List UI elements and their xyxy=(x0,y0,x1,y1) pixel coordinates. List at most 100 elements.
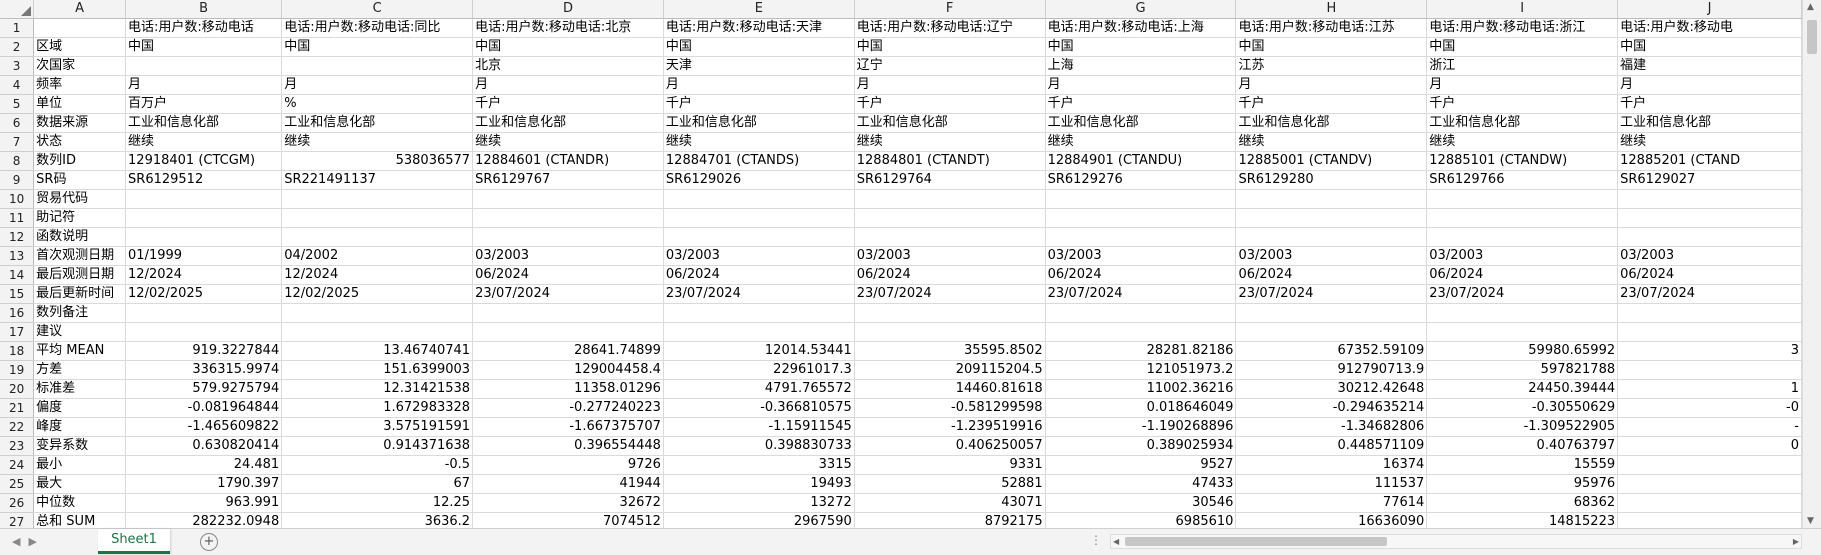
cell[interactable] xyxy=(1617,493,1802,513)
cell[interactable]: 千户 xyxy=(1045,94,1237,114)
row-header[interactable]: 8 xyxy=(0,151,35,171)
column-header-d[interactable]: D xyxy=(472,0,664,19)
cell[interactable]: 23/07/2024 xyxy=(854,284,1046,304)
cell[interactable]: 35595.8502 xyxy=(854,341,1046,361)
cell[interactable]: 工业和信息化部 xyxy=(854,113,1046,133)
cell[interactable]: 工业和信息化部 xyxy=(663,113,855,133)
cell[interactable]: -1.667375707 xyxy=(472,417,664,437)
cell[interactable]: 电话:用户数:移动电话:北京 xyxy=(472,18,664,38)
cell[interactable]: 继续 xyxy=(1426,132,1619,152)
row-header[interactable]: 24 xyxy=(0,455,35,475)
cell[interactable]: 千户 xyxy=(1426,94,1619,114)
cell[interactable] xyxy=(854,208,1046,228)
cell[interactable]: -1.190268896 xyxy=(1045,417,1237,437)
cell[interactable]: 03/2003 xyxy=(663,246,855,266)
cell[interactable]: 12/2024 xyxy=(125,265,283,285)
cell[interactable]: SR码 xyxy=(33,170,127,190)
cell[interactable]: 继续 xyxy=(854,132,1046,152)
scroll-right-icon[interactable]: ▶ xyxy=(1793,535,1799,548)
row-header[interactable]: 16 xyxy=(0,303,35,323)
cell[interactable] xyxy=(1045,227,1237,247)
cell[interactable]: 12/02/2025 xyxy=(125,284,283,304)
cell[interactable] xyxy=(1426,189,1619,209)
cell[interactable]: 千户 xyxy=(1235,94,1428,114)
cell[interactable]: 4791.765572 xyxy=(663,379,855,399)
cell[interactable]: 中国 xyxy=(472,37,664,57)
cell[interactable]: 24.481 xyxy=(125,455,283,475)
cell[interactable]: 贸易代码 xyxy=(33,189,127,209)
cell[interactable]: 月 xyxy=(1235,75,1428,95)
cell[interactable]: 0.389025934 xyxy=(1045,436,1237,456)
cell[interactable]: 06/2024 xyxy=(854,265,1046,285)
cell[interactable]: 继续 xyxy=(125,132,283,152)
scroll-left-icon[interactable]: ◀ xyxy=(1113,535,1119,548)
cell[interactable]: 03/2003 xyxy=(1235,246,1428,266)
cell[interactable]: 06/2024 xyxy=(663,265,855,285)
cell[interactable]: 3.575191591 xyxy=(281,417,474,437)
cell[interactable]: 0 xyxy=(1617,436,1802,456)
cell[interactable]: 工业和信息化部 xyxy=(1426,113,1619,133)
cell[interactable]: 中国 xyxy=(854,37,1046,57)
cell[interactable]: 电话:用户数:移动电话:同比 xyxy=(281,18,474,38)
row-header[interactable]: 6 xyxy=(0,113,35,133)
cell[interactable]: -0.581299598 xyxy=(854,398,1046,418)
cell[interactable] xyxy=(281,227,474,247)
cell[interactable]: 12014.53441 xyxy=(663,341,855,361)
cell[interactable]: 67 xyxy=(281,474,474,494)
cell[interactable]: 千户 xyxy=(1617,94,1802,114)
cell[interactable] xyxy=(663,208,855,228)
cell[interactable]: 千户 xyxy=(854,94,1046,114)
cell[interactable]: 百万户 xyxy=(125,94,283,114)
row-header[interactable]: 22 xyxy=(0,417,35,437)
row-header[interactable]: 20 xyxy=(0,379,35,399)
row-header[interactable]: 18 xyxy=(0,341,35,361)
cell[interactable]: 中国 xyxy=(1235,37,1428,57)
cell[interactable] xyxy=(281,303,474,323)
row-header[interactable]: 1 xyxy=(0,18,35,38)
cell[interactable]: 工业和信息化部 xyxy=(472,113,664,133)
row-header[interactable]: 27 xyxy=(0,512,35,528)
cell[interactable]: 597821788 xyxy=(1426,360,1619,380)
cell[interactable]: 9331 xyxy=(854,455,1046,475)
cell[interactable] xyxy=(281,208,474,228)
cell[interactable]: 23/07/2024 xyxy=(1617,284,1802,304)
cell[interactable]: 0.914371638 xyxy=(281,436,474,456)
cell[interactable]: 状态 xyxy=(33,132,127,152)
cell[interactable]: 2967590 xyxy=(663,512,855,528)
cell[interactable]: 151.6399003 xyxy=(281,360,474,380)
cell[interactable]: 电话:用户数:移动电话:天津 xyxy=(663,18,855,38)
cell[interactable]: 方差 xyxy=(33,360,127,380)
row-header[interactable]: 19 xyxy=(0,360,35,380)
cell[interactable] xyxy=(1235,208,1428,228)
cell[interactable] xyxy=(1045,303,1237,323)
cell[interactable]: 12885001 (CTANDV) xyxy=(1235,151,1428,171)
cell[interactable]: SR6129767 xyxy=(472,170,664,190)
column-header-i[interactable]: I xyxy=(1426,0,1619,19)
cell[interactable]: 23/07/2024 xyxy=(472,284,664,304)
cell[interactable] xyxy=(854,303,1046,323)
row-header[interactable]: 9 xyxy=(0,170,35,190)
cell[interactable]: 121051973.2 xyxy=(1045,360,1237,380)
column-header-j[interactable]: J xyxy=(1617,0,1802,19)
cell[interactable] xyxy=(125,189,283,209)
cell[interactable]: 最大 xyxy=(33,474,127,494)
column-header-g[interactable]: G xyxy=(1045,0,1237,19)
cell[interactable]: 11358.01296 xyxy=(472,379,664,399)
cell[interactable]: 0.630820414 xyxy=(125,436,283,456)
cell[interactable] xyxy=(1617,360,1802,380)
cell[interactable] xyxy=(663,322,855,342)
cell[interactable]: 12884701 (CTANDS) xyxy=(663,151,855,171)
cell[interactable]: 19493 xyxy=(663,474,855,494)
cell[interactable]: 电话:用户数:移动电 xyxy=(1617,18,1802,38)
vertical-scroll-thumb[interactable] xyxy=(1807,20,1817,54)
cell[interactable]: 68362 xyxy=(1426,493,1619,513)
cell[interactable]: 111537 xyxy=(1235,474,1428,494)
cell[interactable]: 千户 xyxy=(472,94,664,114)
cell[interactable]: 32672 xyxy=(472,493,664,513)
cell[interactable]: 电话:用户数:移动电话:辽宁 xyxy=(854,18,1046,38)
cell[interactable] xyxy=(854,189,1046,209)
cell[interactable]: 28281.82186 xyxy=(1045,341,1237,361)
cell[interactable] xyxy=(1617,512,1802,528)
cell[interactable]: -0.294635214 xyxy=(1235,398,1428,418)
cell[interactable]: 12.31421538 xyxy=(281,379,474,399)
